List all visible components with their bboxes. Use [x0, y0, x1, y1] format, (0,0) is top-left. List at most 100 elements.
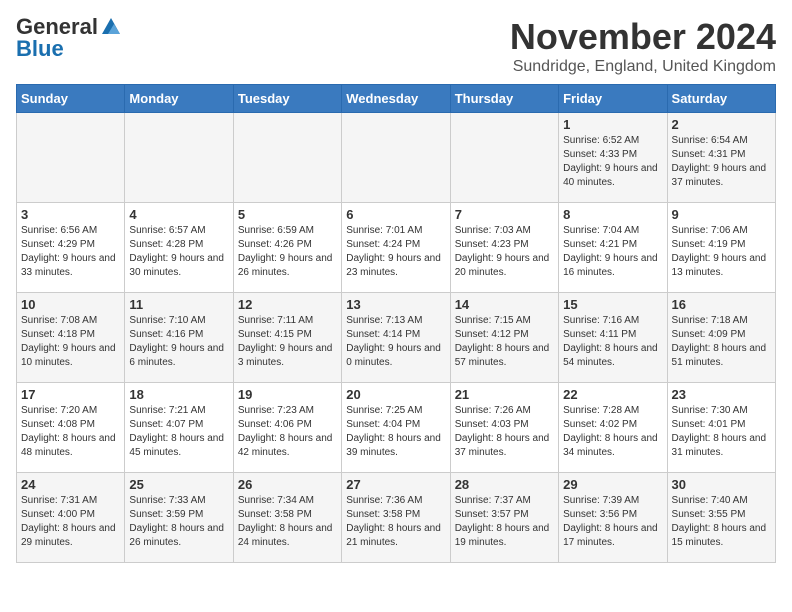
- day-number: 25: [129, 477, 228, 492]
- day-number: 3: [21, 207, 120, 222]
- day-info: Sunrise: 7:26 AM Sunset: 4:03 PM Dayligh…: [455, 404, 554, 460]
- month-title: November 2024: [510, 16, 776, 58]
- calendar-cell: [233, 113, 341, 203]
- day-info: Sunrise: 7:20 AM Sunset: 4:08 PM Dayligh…: [21, 404, 120, 460]
- day-number: 24: [21, 477, 120, 492]
- calendar-cell: 9 Sunrise: 7:06 AM Sunset: 4:19 PM Daylig…: [667, 203, 775, 293]
- day-info: Sunrise: 7:31 AM Sunset: 4:00 PM Dayligh…: [21, 494, 120, 550]
- weekday-header: Sunday: [17, 85, 125, 113]
- calendar-cell: 6 Sunrise: 7:01 AM Sunset: 4:24 PM Daylig…: [342, 203, 450, 293]
- day-number: 22: [563, 387, 662, 402]
- logo-blue-text: Blue: [16, 38, 64, 60]
- day-number: 26: [238, 477, 337, 492]
- calendar-cell: 7 Sunrise: 7:03 AM Sunset: 4:23 PM Daylig…: [450, 203, 558, 293]
- day-info: Sunrise: 6:57 AM Sunset: 4:28 PM Dayligh…: [129, 224, 228, 280]
- calendar-cell: [17, 113, 125, 203]
- day-number: 17: [21, 387, 120, 402]
- day-info: Sunrise: 7:03 AM Sunset: 4:23 PM Dayligh…: [455, 224, 554, 280]
- calendar-cell: [342, 113, 450, 203]
- day-number: 11: [129, 297, 228, 312]
- calendar-cell: 29 Sunrise: 7:39 AM Sunset: 3:56 PM Dayli…: [559, 473, 667, 563]
- calendar-cell: 3 Sunrise: 6:56 AM Sunset: 4:29 PM Daylig…: [17, 203, 125, 293]
- day-number: 14: [455, 297, 554, 312]
- day-number: 5: [238, 207, 337, 222]
- logo-icon: [100, 16, 122, 38]
- day-info: Sunrise: 7:04 AM Sunset: 4:21 PM Dayligh…: [563, 224, 662, 280]
- day-info: Sunrise: 7:34 AM Sunset: 3:58 PM Dayligh…: [238, 494, 337, 550]
- day-number: 9: [672, 207, 771, 222]
- weekday-header: Saturday: [667, 85, 775, 113]
- calendar-cell: 15 Sunrise: 7:16 AM Sunset: 4:11 PM Dayli…: [559, 293, 667, 383]
- logo-general-text: General: [16, 16, 98, 38]
- day-number: 10: [21, 297, 120, 312]
- day-number: 30: [672, 477, 771, 492]
- calendar-cell: 30Sunrise: 7:40 AM Sunset: 3:55 PM Dayli…: [667, 473, 775, 563]
- day-info: Sunrise: 7:15 AM Sunset: 4:12 PM Dayligh…: [455, 314, 554, 370]
- calendar-cell: 13 Sunrise: 7:13 AM Sunset: 4:14 PM Dayli…: [342, 293, 450, 383]
- day-info: Sunrise: 7:10 AM Sunset: 4:16 PM Dayligh…: [129, 314, 228, 370]
- day-number: 1: [563, 117, 662, 132]
- page-header: General Blue November 2024 Sundridge, En…: [16, 16, 776, 76]
- day-number: 6: [346, 207, 445, 222]
- calendar-table: SundayMondayTuesdayWednesdayThursdayFrid…: [16, 84, 776, 563]
- day-info: Sunrise: 7:33 AM Sunset: 3:59 PM Dayligh…: [129, 494, 228, 550]
- calendar-cell: 2Sunrise: 6:54 AM Sunset: 4:31 PM Daylig…: [667, 113, 775, 203]
- calendar-cell: 4 Sunrise: 6:57 AM Sunset: 4:28 PM Daylig…: [125, 203, 233, 293]
- calendar-cell: 26 Sunrise: 7:34 AM Sunset: 3:58 PM Dayli…: [233, 473, 341, 563]
- day-number: 4: [129, 207, 228, 222]
- day-number: 12: [238, 297, 337, 312]
- day-info: Sunrise: 7:13 AM Sunset: 4:14 PM Dayligh…: [346, 314, 445, 370]
- day-info: Sunrise: 7:16 AM Sunset: 4:11 PM Dayligh…: [563, 314, 662, 370]
- day-info: Sunrise: 7:06 AM Sunset: 4:19 PM Dayligh…: [672, 224, 771, 280]
- calendar-cell: 1 Sunrise: 6:52 AM Sunset: 4:33 PM Daylig…: [559, 113, 667, 203]
- calendar-cell: 27Sunrise: 7:36 AM Sunset: 3:58 PM Dayli…: [342, 473, 450, 563]
- day-number: 21: [455, 387, 554, 402]
- calendar-cell: 8 Sunrise: 7:04 AM Sunset: 4:21 PM Daylig…: [559, 203, 667, 293]
- calendar-cell: 19 Sunrise: 7:23 AM Sunset: 4:06 PM Dayli…: [233, 383, 341, 473]
- calendar-cell: 25 Sunrise: 7:33 AM Sunset: 3:59 PM Dayli…: [125, 473, 233, 563]
- day-number: 19: [238, 387, 337, 402]
- weekday-header: Tuesday: [233, 85, 341, 113]
- day-number: 20: [346, 387, 445, 402]
- calendar-cell: 14 Sunrise: 7:15 AM Sunset: 4:12 PM Dayli…: [450, 293, 558, 383]
- day-number: 13: [346, 297, 445, 312]
- day-number: 18: [129, 387, 228, 402]
- calendar-cell: [125, 113, 233, 203]
- calendar-cell: 21 Sunrise: 7:26 AM Sunset: 4:03 PM Dayli…: [450, 383, 558, 473]
- day-number: 7: [455, 207, 554, 222]
- day-number: 23: [672, 387, 771, 402]
- weekday-header: Friday: [559, 85, 667, 113]
- day-info: Sunrise: 6:56 AM Sunset: 4:29 PM Dayligh…: [21, 224, 120, 280]
- day-info: Sunrise: 7:18 AM Sunset: 4:09 PM Dayligh…: [672, 314, 771, 370]
- calendar-cell: 24 Sunrise: 7:31 AM Sunset: 4:00 PM Dayli…: [17, 473, 125, 563]
- weekday-header: Thursday: [450, 85, 558, 113]
- calendar-header-row: SundayMondayTuesdayWednesdayThursdayFrid…: [17, 85, 776, 113]
- day-number: 16: [672, 297, 771, 312]
- day-info: Sunrise: 7:01 AM Sunset: 4:24 PM Dayligh…: [346, 224, 445, 280]
- day-number: 27: [346, 477, 445, 492]
- weekday-header: Wednesday: [342, 85, 450, 113]
- day-info: Sunrise: 7:23 AM Sunset: 4:06 PM Dayligh…: [238, 404, 337, 460]
- day-info: Sunrise: 7:39 AM Sunset: 3:56 PM Dayligh…: [563, 494, 662, 550]
- day-info: Sunrise: 7:08 AM Sunset: 4:18 PM Dayligh…: [21, 314, 120, 370]
- day-info: Sunrise: 7:21 AM Sunset: 4:07 PM Dayligh…: [129, 404, 228, 460]
- day-info: Sunrise: 7:30 AM Sunset: 4:01 PM Dayligh…: [672, 404, 771, 460]
- day-info: Sunrise: 6:54 AM Sunset: 4:31 PM Dayligh…: [672, 134, 771, 190]
- calendar-week-row: 10 Sunrise: 7:08 AM Sunset: 4:18 PM Dayli…: [17, 293, 776, 383]
- calendar-cell: 20Sunrise: 7:25 AM Sunset: 4:04 PM Dayli…: [342, 383, 450, 473]
- calendar-cell: 28Sunrise: 7:37 AM Sunset: 3:57 PM Dayli…: [450, 473, 558, 563]
- calendar-cell: 5 Sunrise: 6:59 AM Sunset: 4:26 PM Daylig…: [233, 203, 341, 293]
- day-info: Sunrise: 6:52 AM Sunset: 4:33 PM Dayligh…: [563, 134, 662, 190]
- calendar-week-row: 17 Sunrise: 7:20 AM Sunset: 4:08 PM Dayli…: [17, 383, 776, 473]
- weekday-header: Monday: [125, 85, 233, 113]
- calendar-cell: 16 Sunrise: 7:18 AM Sunset: 4:09 PM Dayli…: [667, 293, 775, 383]
- day-number: 29: [563, 477, 662, 492]
- logo: General Blue: [16, 16, 122, 60]
- day-info: Sunrise: 7:37 AM Sunset: 3:57 PM Dayligh…: [455, 494, 554, 550]
- calendar-cell: 17 Sunrise: 7:20 AM Sunset: 4:08 PM Dayli…: [17, 383, 125, 473]
- day-number: 15: [563, 297, 662, 312]
- calendar-week-row: 1 Sunrise: 6:52 AM Sunset: 4:33 PM Daylig…: [17, 113, 776, 203]
- day-info: Sunrise: 6:59 AM Sunset: 4:26 PM Dayligh…: [238, 224, 337, 280]
- day-number: 8: [563, 207, 662, 222]
- title-section: November 2024 Sundridge, England, United…: [510, 16, 776, 76]
